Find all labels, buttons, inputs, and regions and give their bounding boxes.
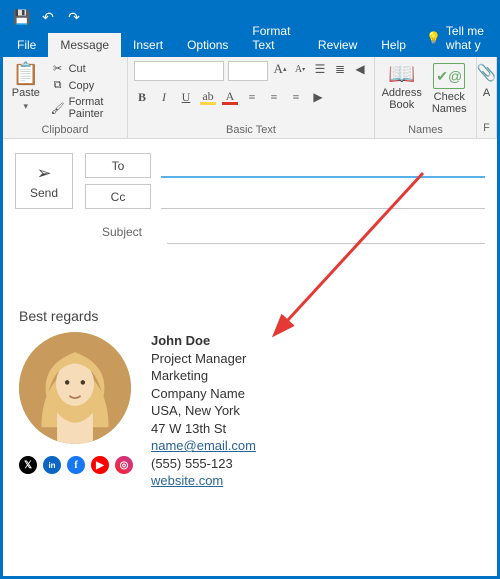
save-icon[interactable]: 💾 <box>9 6 35 28</box>
format-painter-button[interactable]: 🖌 Format Painter <box>49 95 121 121</box>
check-names-button[interactable]: ✔@ Check Names <box>429 61 471 122</box>
cut-label: Cut <box>69 63 86 75</box>
check-names-label: Check Names <box>429 91 471 115</box>
sig-location: USA, New York <box>151 402 256 420</box>
tab-review[interactable]: Review <box>306 33 369 57</box>
tell-me-search[interactable]: 💡 Tell me what y <box>418 19 497 57</box>
attach-label: A <box>483 87 490 99</box>
tab-format-text[interactable]: Format Text <box>240 19 305 57</box>
tab-insert[interactable]: Insert <box>121 33 175 57</box>
best-regards-text: Best regards <box>19 308 481 324</box>
x-icon[interactable]: 𝕏 <box>19 456 37 474</box>
italic-button[interactable]: I <box>156 89 172 105</box>
undo-icon[interactable]: ↶ <box>35 6 61 28</box>
sig-department: Marketing <box>151 367 256 385</box>
tab-file[interactable]: File <box>5 33 48 57</box>
font-size-select[interactable] <box>228 61 268 81</box>
group-basic-text: A▴ A▾ ☰ ≣ ◀ B I U ab A ≡ ≡ ≡ ▶ Basic Tex… <box>128 57 375 138</box>
sig-company: Company Name <box>151 385 256 403</box>
sig-title: Project Manager <box>151 350 256 368</box>
cc-field[interactable] <box>161 184 485 209</box>
names-group-label: Names <box>381 122 470 136</box>
tell-me-label: Tell me what y <box>446 24 489 52</box>
scissors-icon: ✂ <box>51 62 65 75</box>
send-label: Send <box>30 186 58 200</box>
outdent-icon[interactable]: ◀ <box>352 61 368 77</box>
sig-street: 47 W 13th St <box>151 420 256 438</box>
cc-button[interactable]: Cc <box>85 184 151 209</box>
copy-icon: ⧉ <box>51 79 65 92</box>
subject-label: Subject <box>89 225 155 239</box>
address-book-button[interactable]: 📖 Address Book <box>381 61 423 122</box>
cut-button[interactable]: ✂ Cut <box>49 61 121 76</box>
send-icon: ➢ <box>36 163 51 184</box>
compose-header: ➢ Send To Cc <box>3 139 497 209</box>
copy-label: Copy <box>69 80 95 92</box>
linkedin-icon[interactable]: in <box>43 456 61 474</box>
indent-icon[interactable]: ▶ <box>310 89 326 105</box>
message-body[interactable]: Best regards 𝕏 in f ▶ ◎ <box>3 250 497 508</box>
paste-button[interactable]: 📋 Paste <box>9 61 43 122</box>
subject-field[interactable] <box>167 219 485 244</box>
attach-button[interactable]: 📎 A <box>478 61 496 99</box>
format-painter-label: Format Painter <box>69 96 119 120</box>
tab-options[interactable]: Options <box>175 33 240 57</box>
sig-phone: (555) 555-123 <box>151 455 256 473</box>
facebook-icon[interactable]: f <box>67 456 85 474</box>
redo-icon[interactable]: ↷ <box>61 6 87 28</box>
lightbulb-icon: 💡 <box>426 31 441 45</box>
group-include: 📎 A F <box>477 57 497 138</box>
numbering-icon[interactable]: ≣ <box>332 61 348 77</box>
copy-button[interactable]: ⧉ Copy <box>49 78 121 93</box>
include-group-label: F <box>479 120 494 134</box>
send-button[interactable]: ➢ Send <box>15 153 73 209</box>
bullets-icon[interactable]: ☰ <box>312 61 328 77</box>
basic-text-group-label: Basic Text <box>134 122 368 136</box>
bold-button[interactable]: B <box>134 89 150 105</box>
address-book-label: Address Book <box>381 87 423 111</box>
at-icon: ✔@ <box>433 63 465 89</box>
instagram-icon[interactable]: ◎ <box>115 456 133 474</box>
sig-name: John Doe <box>151 332 256 350</box>
clipboard-group-label: Clipboard <box>9 122 121 136</box>
address-book-icon: 📖 <box>388 63 415 85</box>
shrink-font-icon[interactable]: A▾ <box>292 61 308 77</box>
to-field[interactable] <box>161 153 485 178</box>
attach-icon: 📎 <box>477 63 497 85</box>
to-button[interactable]: To <box>85 153 151 178</box>
group-names: 📖 Address Book ✔@ Check Names Names <box>375 57 477 138</box>
social-icons: 𝕏 in f ▶ ◎ <box>19 456 133 474</box>
ribbon: 📋 Paste ✂ Cut ⧉ Copy 🖌 Format Painter Clipb… <box>3 57 497 139</box>
brush-icon: 🖌 <box>51 102 65 115</box>
font-color-icon[interactable]: A <box>222 89 238 105</box>
clipboard-icon: 📋 <box>12 63 39 85</box>
signature-block: 𝕏 in f ▶ ◎ John Doe Project Manager Mark… <box>19 332 481 490</box>
paste-label: Paste <box>12 87 40 99</box>
tab-message[interactable]: Message <box>48 33 121 57</box>
align-right-icon[interactable]: ≡ <box>288 89 304 105</box>
ribbon-tabs: File Message Insert Options Format Text … <box>3 31 497 57</box>
youtube-icon[interactable]: ▶ <box>91 456 109 474</box>
grow-font-icon[interactable]: A▴ <box>272 61 288 77</box>
underline-button[interactable]: U <box>178 89 194 105</box>
highlight-icon[interactable]: ab <box>200 89 216 105</box>
font-family-select[interactable] <box>134 61 224 81</box>
sig-email-link[interactable]: name@email.com <box>151 438 256 453</box>
sig-website-link[interactable]: website.com <box>151 473 223 488</box>
group-clipboard: 📋 Paste ✂ Cut ⧉ Copy 🖌 Format Painter Clipb… <box>3 57 128 138</box>
align-left-icon[interactable]: ≡ <box>244 89 260 105</box>
avatar-image <box>19 332 131 444</box>
align-center-icon[interactable]: ≡ <box>266 89 282 105</box>
tab-help[interactable]: Help <box>369 33 418 57</box>
